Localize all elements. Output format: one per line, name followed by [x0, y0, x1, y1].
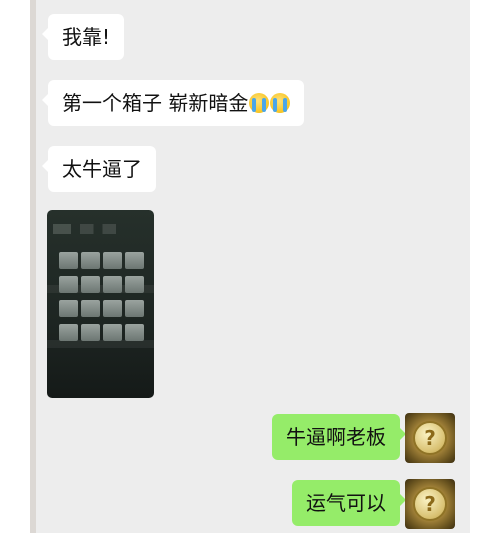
- message-text: 第一个箱子 崭新暗金: [62, 91, 249, 115]
- inventory-topbar: [53, 224, 143, 234]
- avatar[interactable]: ?: [405, 479, 455, 529]
- question-coin-icon: ?: [413, 421, 447, 455]
- message-sent[interactable]: 牛逼啊老板: [272, 414, 406, 460]
- message-text: 我靠!: [62, 25, 111, 49]
- inventory-item: [59, 324, 78, 341]
- inventory-item: [103, 252, 122, 269]
- inventory-item: [103, 276, 122, 293]
- crying-face-icon: [270, 93, 291, 113]
- inventory-item: [125, 252, 144, 269]
- inventory-item: [59, 300, 78, 317]
- inventory-item: [103, 324, 122, 341]
- inventory-item: [59, 252, 78, 269]
- question-coin-icon: ?: [413, 487, 447, 521]
- chat-edge: [30, 0, 36, 533]
- inventory-item: [81, 300, 100, 317]
- inventory-item: [125, 276, 144, 293]
- message-received[interactable]: 第一个箱子 崭新暗金: [41, 80, 305, 126]
- message-text: 太牛逼了: [62, 157, 142, 181]
- message-received[interactable]: 我靠!: [41, 14, 125, 60]
- inventory-item: [59, 276, 78, 293]
- inventory-item: [125, 300, 144, 317]
- avatar[interactable]: ?: [405, 413, 455, 463]
- message-sent[interactable]: 运气可以: [292, 480, 406, 526]
- inventory-item: [103, 300, 122, 317]
- inventory-item: [81, 324, 100, 341]
- video-message-thumbnail[interactable]: [47, 210, 154, 398]
- message-text: 运气可以: [306, 491, 386, 515]
- screen-glare: [47, 340, 154, 348]
- inventory-item: [81, 276, 100, 293]
- crying-face-icon: [249, 93, 270, 113]
- message-text: 牛逼啊老板: [286, 425, 386, 449]
- inventory-item: [125, 324, 144, 341]
- inventory-item: [81, 252, 100, 269]
- message-received[interactable]: 太牛逼了: [42, 146, 156, 192]
